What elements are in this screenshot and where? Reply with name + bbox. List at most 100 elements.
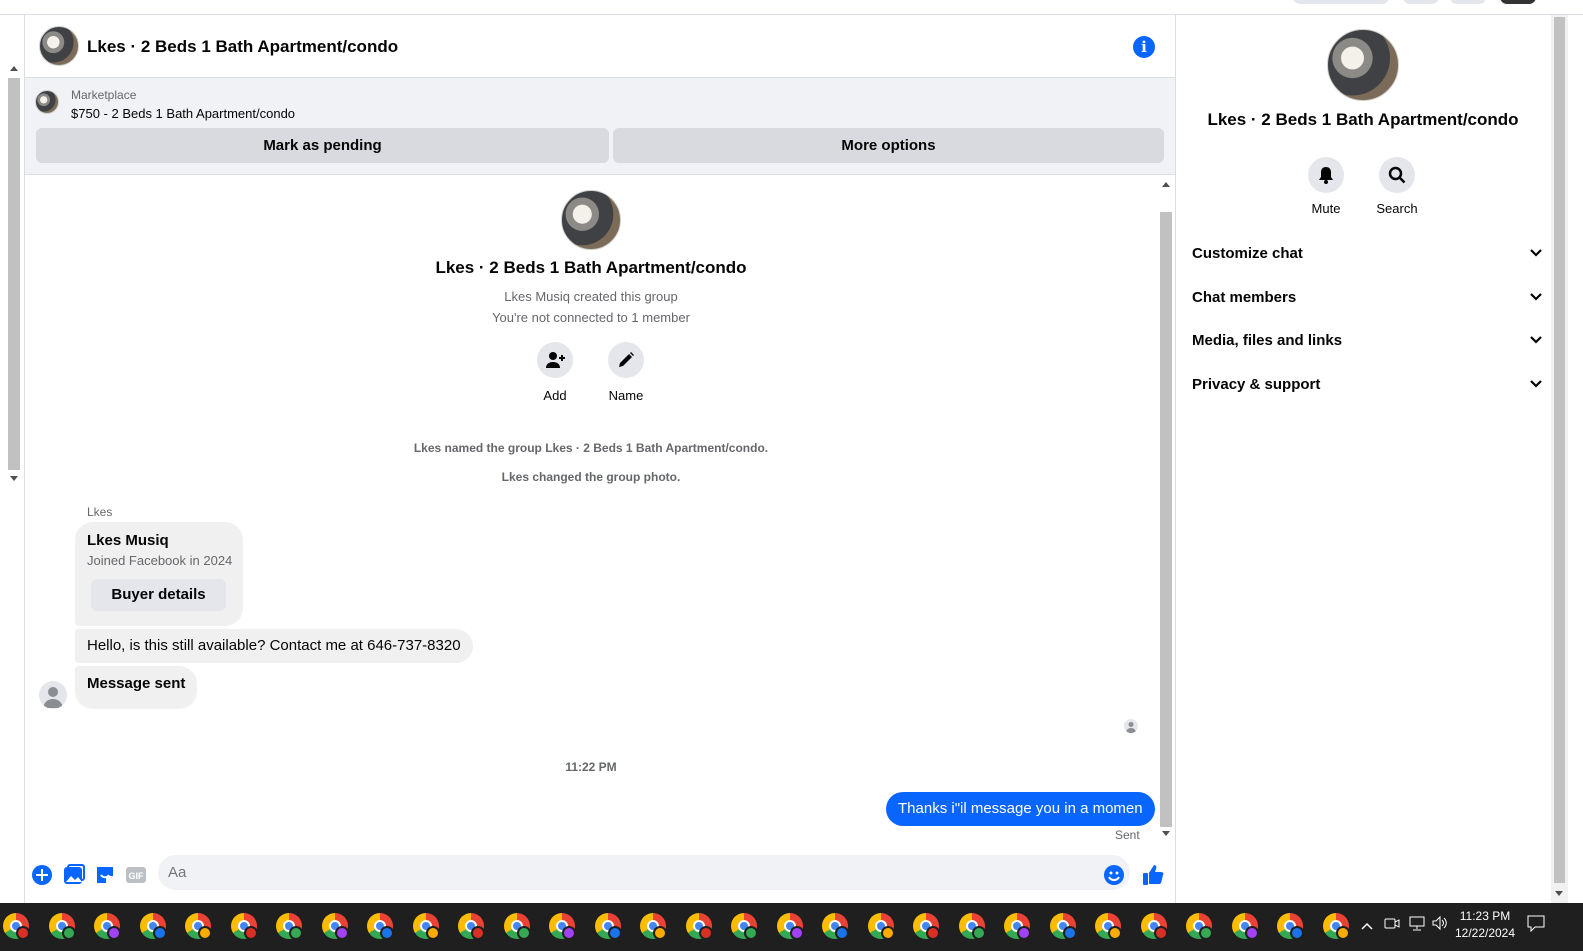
chrome-icon[interactable] [594, 913, 622, 940]
chat-header: Lkes · 2 Beds 1 Bath Apartment/condo i [25, 15, 1175, 78]
messages-scrollbar[interactable] [1159, 180, 1173, 844]
section-label: Chat members [1192, 288, 1297, 306]
pencil-icon[interactable] [608, 342, 644, 378]
chrome-icon[interactable] [1140, 913, 1168, 940]
profile-badge-icon [1244, 926, 1259, 940]
chrome-icon[interactable] [958, 913, 986, 940]
group-avatar[interactable] [39, 26, 79, 66]
chrome-icon[interactable] [3, 913, 30, 940]
chrome-icon[interactable] [321, 913, 349, 940]
message-input[interactable] [158, 855, 1130, 890]
mark-as-pending-button[interactable]: Mark as pending [36, 128, 609, 163]
chat-title[interactable]: Lkes · 2 Beds 1 Bath Apartment/condo [87, 37, 398, 57]
chrome-icon[interactable] [731, 913, 758, 940]
chrome-icon[interactable] [776, 913, 804, 940]
section-media-files-links[interactable]: Media, files and links [1192, 318, 1542, 362]
chrome-icon[interactable] [640, 913, 667, 940]
page-scrollbar-thumb[interactable] [1554, 17, 1565, 883]
network-icon[interactable] [1408, 915, 1426, 936]
mute-action[interactable]: Mute [1291, 157, 1361, 216]
emoji-icon[interactable] [1103, 864, 1125, 886]
plus-circle-icon[interactable] [31, 864, 53, 886]
search-action[interactable]: Search [1362, 157, 1432, 216]
gif-icon[interactable]: GIF [125, 864, 147, 886]
more-options-button[interactable]: More options [613, 128, 1164, 163]
chrome-icon[interactable] [822, 913, 849, 940]
search-icon[interactable] [1379, 157, 1415, 193]
chrome-icon[interactable] [867, 913, 895, 940]
add-person-icon[interactable] [537, 342, 573, 378]
info-panel-avatar[interactable] [1327, 29, 1399, 101]
profile-badge-icon [334, 926, 349, 940]
message-bubble-hello[interactable]: Hello, is this still available? Contact … [75, 629, 473, 663]
chrome-icon[interactable] [1231, 913, 1259, 940]
listing-thumbnail[interactable] [35, 90, 59, 114]
chrome-icon[interactable] [1095, 913, 1122, 940]
info-icon[interactable]: i [1133, 36, 1155, 58]
profile-badge-icon [971, 926, 986, 940]
notification-icon[interactable] [1527, 914, 1545, 937]
profile-badge-icon [380, 926, 394, 940]
group-intro-avatar[interactable] [561, 190, 621, 250]
message-bubble-sent[interactable]: Message sent [75, 666, 198, 709]
chrome-icon[interactable] [913, 913, 940, 940]
page-scroll-down-icon[interactable] [1555, 891, 1563, 896]
thumbs-up-icon[interactable] [1142, 864, 1164, 886]
top-search-pill[interactable] [1293, 0, 1389, 4]
chrome-icon[interactable] [458, 913, 485, 940]
top-profile-avatar[interactable] [1500, 0, 1536, 4]
scrollbar-thumb[interactable] [8, 78, 20, 470]
chrome-icon[interactable] [503, 913, 531, 940]
chrome-icon[interactable] [1004, 913, 1031, 940]
meet-now-icon[interactable] [1384, 915, 1400, 936]
page-scrollbar[interactable] [1551, 15, 1568, 903]
chat-panel: Lkes · 2 Beds 1 Bath Apartment/condo i M… [24, 15, 1176, 903]
section-chat-members[interactable]: Chat members [1192, 275, 1542, 319]
chrome-icon[interactable] [1186, 913, 1213, 940]
chrome-icon[interactable] [185, 913, 212, 940]
scroll-up-arrow-icon[interactable] [10, 66, 18, 71]
volume-icon[interactable] [1431, 915, 1449, 936]
scroll-down-arrow-icon[interactable] [10, 476, 18, 481]
profile-badge-icon [198, 926, 212, 940]
chrome-icon[interactable] [685, 913, 713, 940]
group-created-text: Lkes Musiq created this group [504, 289, 678, 304]
section-privacy-support[interactable]: Privacy & support [1192, 362, 1542, 406]
chrome-icon[interactable] [549, 913, 576, 940]
sender-name: Lkes [87, 505, 113, 519]
top-messenger-button[interactable] [1450, 0, 1486, 4]
chrome-icon[interactable] [48, 913, 76, 940]
chrome-icon[interactable] [1322, 913, 1350, 940]
photo-icon[interactable] [63, 864, 85, 886]
messages-scrollbar-thumb[interactable] [1160, 212, 1172, 827]
sent-status: Sent [1115, 828, 1140, 842]
left-scrollbar[interactable] [5, 62, 21, 490]
profile-badge-icon [1290, 926, 1304, 940]
chevron-up-icon[interactable] [1361, 918, 1373, 936]
add-member-action[interactable]: Add [525, 342, 585, 403]
buyer-details-button[interactable]: Buyer details [91, 579, 226, 611]
sender-avatar[interactable] [39, 681, 67, 709]
chrome-icon[interactable] [1277, 913, 1304, 940]
my-message-bubble[interactable]: Thanks i"il message you in a momen [886, 792, 1155, 826]
sticker-icon[interactable] [94, 864, 116, 886]
messages-scroll-down-icon[interactable] [1162, 831, 1170, 836]
system-message-named: Lkes named the group Lkes · 2 Beds 1 Bat… [413, 441, 769, 455]
chrome-icon[interactable] [139, 913, 167, 940]
listing-title[interactable]: $750 - 2 Beds 1 Bath Apartment/condo [71, 106, 295, 121]
chrome-icon[interactable] [276, 913, 303, 940]
name-group-action[interactable]: Name [596, 342, 656, 403]
chrome-icon[interactable] [94, 913, 121, 940]
profile-badge-icon [562, 926, 576, 940]
top-menu-button[interactable] [1403, 0, 1439, 4]
system-clock[interactable]: 11:23 PM 12/22/2024 [1450, 908, 1520, 942]
chrome-icon[interactable] [1049, 913, 1077, 940]
chrome-icon[interactable] [230, 913, 258, 940]
chrome-icon[interactable] [412, 913, 440, 940]
messages-scroll-up-icon[interactable] [1162, 182, 1170, 187]
section-label: Media, files and links [1192, 331, 1343, 349]
section-label: Privacy & support [1192, 375, 1321, 393]
bell-icon[interactable] [1308, 157, 1344, 193]
chrome-icon[interactable] [367, 913, 394, 940]
section-customize-chat[interactable]: Customize chat [1192, 231, 1542, 275]
